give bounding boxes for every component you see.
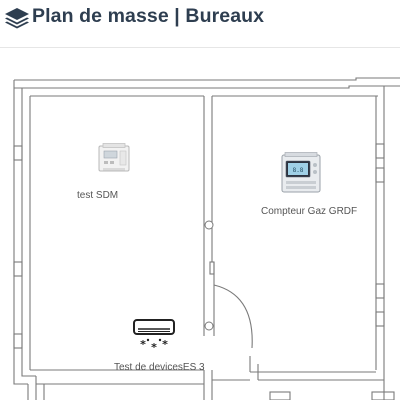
svg-text:*: * xyxy=(151,341,157,352)
page-title: Plan de masse | Bureaux xyxy=(32,5,265,27)
svg-text:*: * xyxy=(140,338,146,351)
page-header: Plan de masse | Bureaux xyxy=(0,0,400,48)
layers-icon xyxy=(4,7,30,29)
gas-meter-icon: 8.8 xyxy=(281,152,321,194)
device-label: Compteur Gaz GRDF xyxy=(261,206,358,217)
energy-meter-icon xyxy=(98,143,130,173)
svg-text:*: * xyxy=(162,338,168,351)
svg-text:8.8: 8.8 xyxy=(293,167,304,174)
device-test-de-devices-es-3[interactable]: * * * Test de devicesES 3 xyxy=(110,316,220,376)
air-conditioner-icon: * * * xyxy=(132,318,176,352)
device-label: test SDM xyxy=(77,190,119,201)
device-test-sdm[interactable]: test SDM xyxy=(60,143,160,207)
device-compteur-gaz-grdf[interactable]: 8.8 Compteur Gaz GRDF xyxy=(255,152,375,220)
floor-plan-app: Plan de masse | Bureaux test SDM 8.8 Com… xyxy=(0,0,400,400)
device-label: Test de devicesES 3 xyxy=(114,362,205,373)
floor-plan-canvas[interactable]: test SDM 8.8 Compteur Gaz GRDF * * * Tes… xyxy=(0,48,400,400)
